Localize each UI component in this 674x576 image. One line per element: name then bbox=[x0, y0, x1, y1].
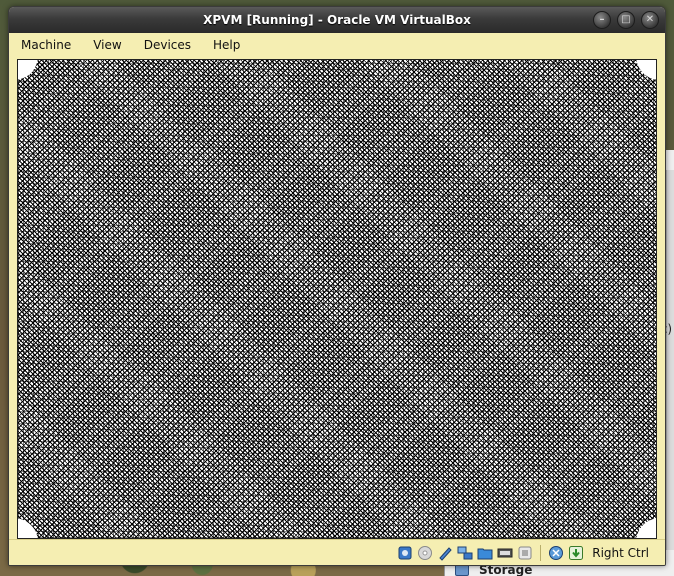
vm-display[interactable] bbox=[17, 59, 657, 539]
menu-bar: Machine View Devices Help bbox=[9, 34, 665, 56]
menu-help[interactable]: Help bbox=[201, 38, 250, 52]
video-capture-icon[interactable] bbox=[517, 545, 533, 561]
screen-corner-top-left bbox=[18, 60, 38, 80]
shared-folders-icon[interactable] bbox=[477, 545, 493, 561]
host-key-label: Right Ctrl bbox=[592, 545, 649, 560]
status-separator bbox=[540, 544, 542, 561]
window-title: XPVM [Running] - Oracle VM VirtualBox bbox=[203, 13, 471, 27]
network-icon[interactable] bbox=[457, 545, 473, 561]
screen-corner-bottom-right bbox=[636, 518, 656, 538]
minimize-icon[interactable]: – bbox=[593, 11, 611, 29]
usb-icon[interactable] bbox=[437, 545, 453, 561]
background-scrollbar[interactable] bbox=[666, 170, 674, 550]
mouse-integration-icon[interactable] bbox=[548, 545, 564, 561]
maximize-icon[interactable]: □ bbox=[617, 11, 635, 29]
menu-devices[interactable]: Devices bbox=[132, 38, 201, 52]
title-bar[interactable]: XPVM [Running] - Oracle VM VirtualBox – … bbox=[9, 7, 665, 33]
screen-corner-top-right bbox=[636, 60, 656, 80]
close-icon[interactable]: ✕ bbox=[641, 11, 659, 29]
menu-machine[interactable]: Machine bbox=[9, 38, 81, 52]
host-key-icon[interactable] bbox=[568, 545, 584, 561]
display-icon[interactable] bbox=[497, 545, 513, 561]
window-controls: – □ ✕ bbox=[593, 11, 659, 29]
hard-disk-icon[interactable] bbox=[397, 545, 413, 561]
virtualbox-vm-window: XPVM [Running] - Oracle VM VirtualBox – … bbox=[8, 6, 666, 566]
status-bar: Right Ctrl bbox=[9, 539, 665, 565]
menu-view[interactable]: View bbox=[81, 38, 131, 52]
screen-corner-bottom-left bbox=[18, 518, 38, 538]
optical-drive-icon[interactable] bbox=[417, 545, 433, 561]
